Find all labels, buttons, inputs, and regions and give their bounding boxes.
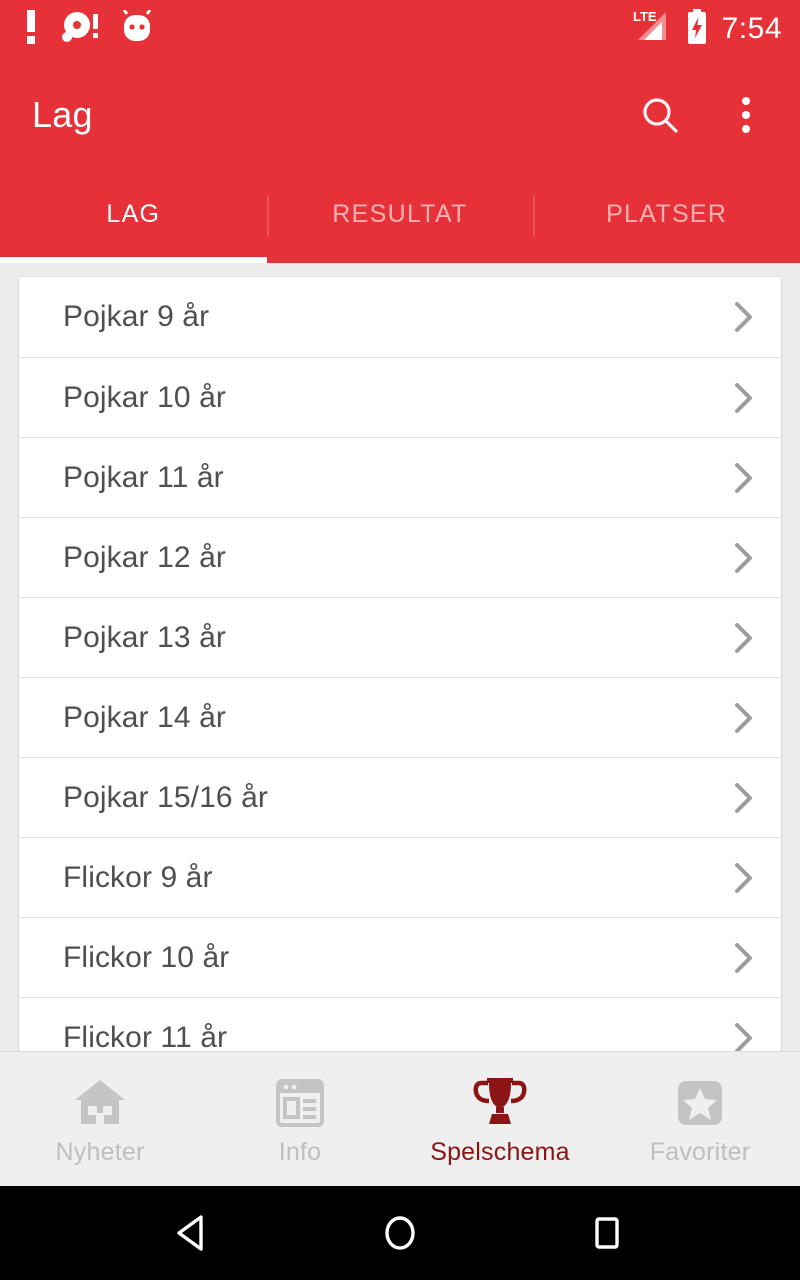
status-notification-icons [22,8,152,49]
list-item[interactable]: Flickor 11 år [19,997,781,1051]
chevron-right-icon [733,300,755,334]
app-screen: LTE 7:54 Lag LAG RESULTAT PLATSER Pojkar… [0,0,800,1280]
nav-item-label: Nyheter [55,1137,145,1166]
status-system-icons: LTE 7:54 [632,8,782,51]
list-item[interactable]: Pojkar 10 år [19,357,781,437]
nav-item-label: Info [278,1137,322,1166]
list-item[interactable]: Pojkar 13 år [19,597,781,677]
exclamation-alert-icon [22,9,40,49]
chevron-right-icon [733,461,755,495]
back-triangle-icon[interactable] [158,1198,228,1268]
search-icon[interactable] [634,89,686,141]
status-clock: 7:54 [721,12,782,45]
battery-charging-icon [686,8,708,50]
chevron-right-icon [733,861,755,895]
chevron-right-icon [733,1021,755,1051]
nav-item-label: Spelschema [430,1137,570,1166]
android-head-icon [122,8,152,49]
chevron-right-icon [733,781,755,815]
chevron-right-icon [733,381,755,415]
chevron-right-icon [733,701,755,735]
trophy-icon [472,1072,528,1128]
chevron-right-icon [733,941,755,975]
list-item-label: Pojkar 12 år [63,540,226,574]
home-icon [72,1072,128,1128]
page-title: Lag [32,93,93,135]
tab-resultat[interactable]: RESULTAT [266,171,534,263]
list-item-label: Pojkar 10 år [63,380,226,414]
list-item-label: Pojkar 13 år [63,620,226,654]
list-item[interactable]: Pojkar 9 år [19,277,781,357]
tab-platser[interactable]: PLATSER [533,171,800,263]
list-item-label: Pojkar 9 år [63,300,210,333]
list-item[interactable]: Pojkar 12 år [19,517,781,597]
list-item[interactable]: Pojkar 14 år [19,677,781,757]
home-circle-icon[interactable] [365,1198,435,1268]
list-item[interactable]: Pojkar 15/16 år [19,757,781,837]
list-item-label: Flickor 10 år [63,940,230,974]
nav-item-info[interactable]: Info [200,1072,400,1167]
tab-bar: LAG RESULTAT PLATSER [0,171,800,263]
tab-label: RESULTAT [332,199,468,228]
star-icon [675,1072,725,1128]
more-vert-icon[interactable] [720,89,772,141]
signal-bars-icon: LTE [632,8,672,51]
list-item-label: Pojkar 14 år [63,700,226,734]
nav-item-label: Favoriter [649,1137,751,1166]
chevron-right-icon [733,541,755,575]
list-item-label: Flickor 9 år [63,860,213,894]
list-item-label: Pojkar 15/16 år [63,780,268,814]
list-item-label: Pojkar 11 år [63,460,224,494]
app-toolbar: Lag [0,58,800,171]
tab-label: LAG [106,199,161,228]
tab-label: PLATSER [606,199,728,228]
nav-item-spelschema[interactable]: Spelschema [400,1072,600,1167]
lte-label: LTE [633,9,657,24]
tab-lag[interactable]: LAG [0,171,267,263]
disc-alert-icon [62,10,100,49]
list-item[interactable]: Flickor 10 år [19,917,781,997]
list-item-label: Flickor 11 år [63,1020,228,1052]
list-item[interactable]: Flickor 9 år [19,837,781,917]
nav-item-favoriter[interactable]: Favoriter [600,1072,800,1167]
team-list-scroll[interactable]: Pojkar 9 år Pojkar 10 år Pojkar 11 år Po… [0,263,800,1051]
team-list-card: Pojkar 9 år Pojkar 10 år Pojkar 11 år Po… [19,277,781,1051]
toolbar-actions [634,89,772,141]
chevron-right-icon [733,621,755,655]
status-bar: LTE 7:54 [0,0,800,58]
bottom-navigation: Nyheter Info Spelschema Favoriter [0,1051,800,1186]
list-item[interactable]: Pojkar 11 år [19,437,781,517]
recents-square-icon[interactable] [572,1198,642,1268]
article-icon [275,1072,325,1128]
nav-item-nyheter[interactable]: Nyheter [0,1072,200,1167]
android-system-nav [0,1186,800,1280]
